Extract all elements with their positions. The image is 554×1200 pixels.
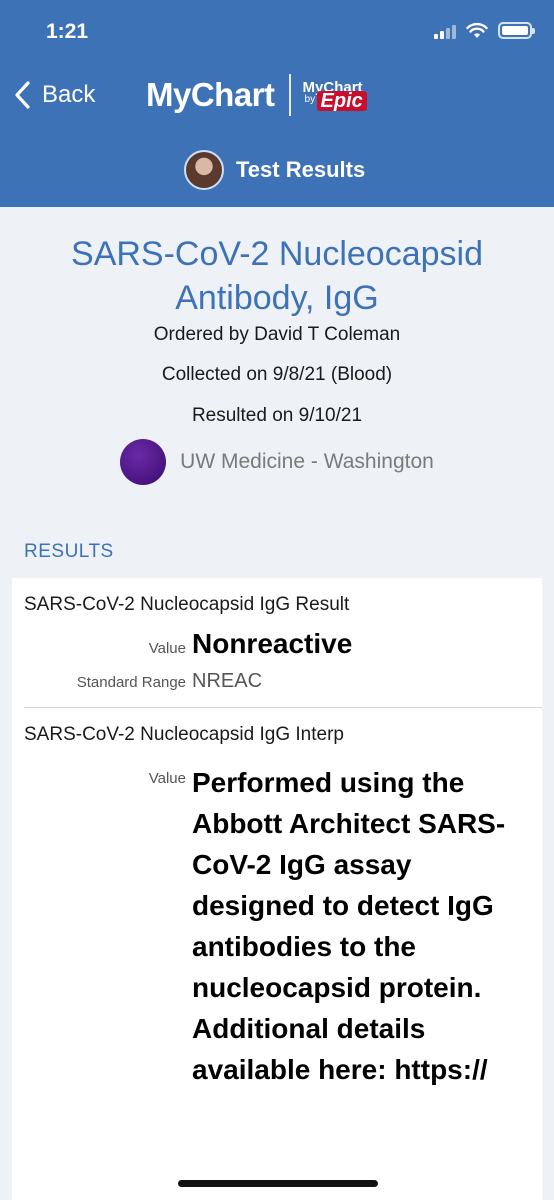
value-label: Value [148, 770, 186, 787]
result-component: SARS-CoV-2 Nucleocapsid IgG Result Value… [12, 578, 542, 693]
resulted-date: Resulted on 9/10/21 [191, 405, 363, 426]
results-card: SARS-CoV-2 Nucleocapsid IgG Result Value… [12, 578, 542, 1200]
collected-date: Collected on 9/8/21 (Blood) [161, 364, 393, 385]
brand-divider [288, 74, 291, 116]
avatar[interactable] [184, 150, 224, 190]
organization[interactable]: UW Medicine - Washington [120, 439, 434, 485]
component-name: SARS-CoV-2 Nucleocapsid IgG Interp [24, 724, 344, 745]
ordered-by: Ordered by David T Coleman [153, 324, 401, 345]
back-button[interactable]: Back [12, 80, 95, 110]
standard-range-label: Standard Range [76, 674, 186, 691]
back-label: Back [42, 81, 96, 108]
result-value: Nonreactive [192, 628, 353, 659]
battery-icon [498, 22, 535, 39]
results-section-label: RESULTS [24, 541, 114, 562]
test-summary: SARS-CoV-2 Nucleocapsid Antibody, IgG Or… [0, 207, 554, 490]
standard-range-row: Standard Range NREAC [24, 670, 530, 693]
home-indicator[interactable] [178, 1180, 378, 1187]
mychart-logo: MyChart MyChart by Epic [146, 74, 367, 116]
test-title: SARS-CoV-2 Nucleocapsid Antibody, IgG [71, 235, 483, 317]
interpretation-text[interactable]: Performed using the Abbott Architect SAR… [192, 762, 530, 1090]
brand-name: MyChart [146, 76, 275, 113]
cellular-signal-icon [434, 23, 456, 39]
page-title-label: Test Results [236, 157, 366, 182]
organization-logo-icon [120, 439, 167, 485]
organization-name: UW Medicine - Washington [180, 450, 434, 473]
wifi-icon [466, 22, 488, 38]
standard-range-value: NREAC [192, 670, 263, 692]
status-time: 1:21 [46, 20, 89, 43]
value-row: Value Nonreactive [24, 628, 530, 660]
value-label: Value [148, 640, 186, 657]
app-header: 1:21 Back MyChart MyChart by Epic Test R… [0, 0, 554, 207]
result-component: SARS-CoV-2 Nucleocapsid IgG Interp Value… [12, 708, 542, 1090]
page-title: Test Results [184, 150, 365, 190]
mychart-by-epic-logo: MyChart by Epic [303, 80, 367, 111]
status-icons [434, 22, 535, 39]
value-row: Value Performed using the Abbott Archite… [24, 762, 530, 1090]
component-name: SARS-CoV-2 Nucleocapsid IgG Result [24, 594, 350, 615]
chevron-left-icon [15, 81, 30, 109]
